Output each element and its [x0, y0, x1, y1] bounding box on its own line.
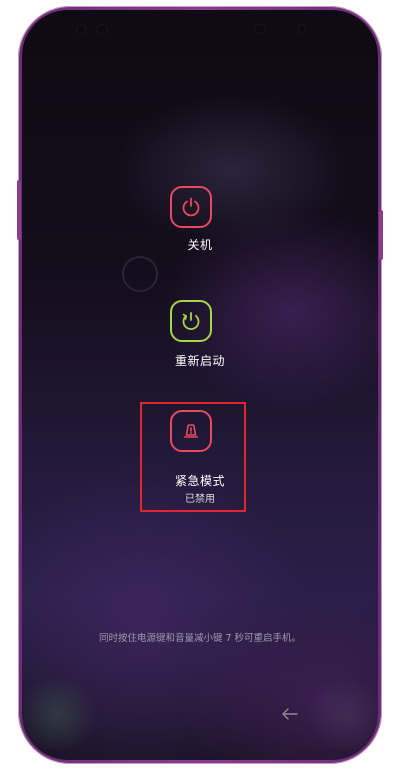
glow-decoration — [22, 680, 102, 750]
power-button — [379, 210, 383, 260]
sensor-icon — [96, 24, 108, 34]
glow-decoration — [302, 680, 378, 750]
restart-hint: 同时按住电源键和音量减小键 7 秒可重启手机。 — [98, 633, 302, 644]
volume-button — [17, 180, 21, 240]
back-arrow-icon[interactable] — [280, 706, 300, 722]
power-off-option[interactable]: 关机 — [22, 186, 378, 266]
power-icon — [170, 186, 212, 228]
restart-icon — [170, 300, 212, 342]
proximity-sensor-icon — [298, 24, 306, 34]
front-camera-icon — [76, 24, 86, 34]
screen: 关机 重新启动 紧急模式 已禁用 同时按住电源键和音量减小键 7 秒可重启手机。 — [22, 10, 378, 760]
restart-label: 重新启动 — [174, 354, 225, 368]
restart-option[interactable]: 重新启动 — [22, 300, 378, 380]
highlight-box — [140, 402, 246, 512]
iris-scanner-icon — [254, 24, 266, 34]
power-off-label: 关机 — [187, 238, 213, 252]
